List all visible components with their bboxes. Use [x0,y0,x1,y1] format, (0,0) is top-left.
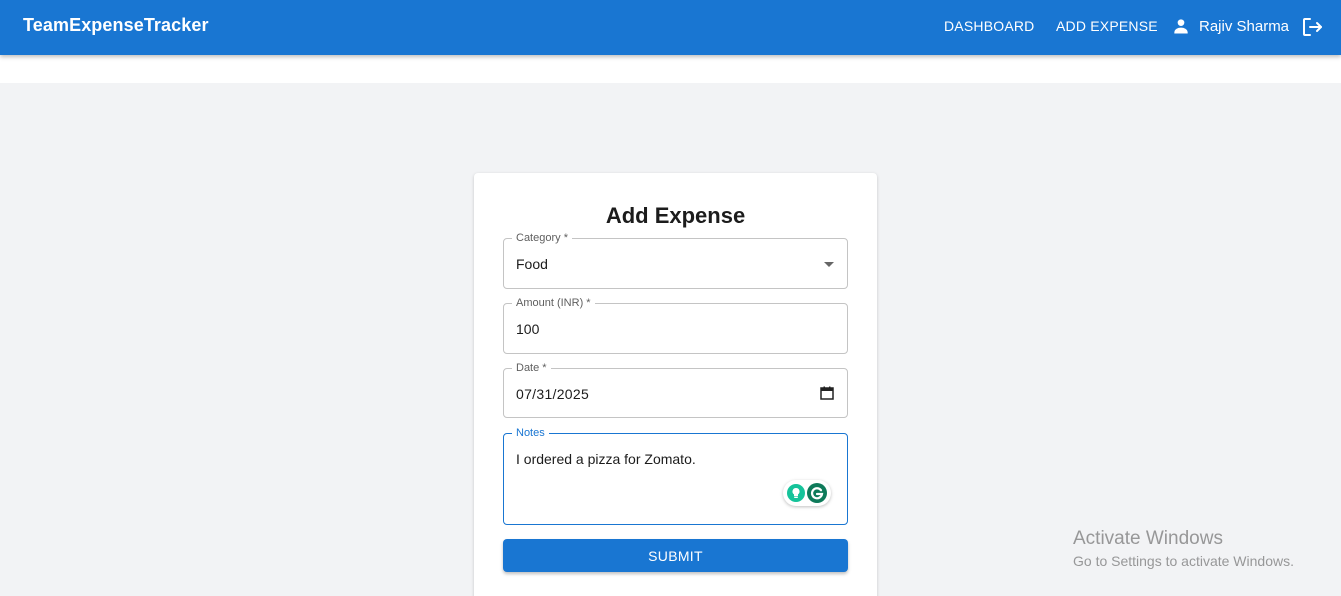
amount-value: 100 [516,321,540,337]
activate-windows-watermark: Activate Windows Go to Settings to activ… [1073,528,1294,569]
chevron-down-icon[interactable] [824,262,834,267]
add-expense-card: Add Expense Category * Food Amount (INR)… [474,173,877,596]
nav-dashboard[interactable]: DASHBOARD [944,18,1034,34]
app-bar: TeamExpenseTracker DASHBOARD ADD EXPENSE… [0,0,1341,55]
logout-icon[interactable] [1300,15,1324,39]
watermark-subtitle: Go to Settings to activate Windows. [1073,553,1294,569]
amount-label: Amount (INR) * [512,296,595,310]
toolbar-spacer [0,55,1341,83]
amount-field[interactable]: Amount (INR) * 100 [503,296,848,354]
watermark-title: Activate Windows [1073,528,1223,549]
notes-field[interactable]: Notes I ordered a pizza for Zomato. [503,426,848,525]
date-field[interactable]: Date * 07/31/2025 [503,361,848,418]
date-label: Date * [512,361,551,375]
notes-text: I ordered a pizza for Zomato. [516,451,696,467]
date-value: 07/31/2025 [516,386,590,402]
notes-label: Notes [512,426,549,440]
user-name: Rajiv Sharma [1199,17,1290,35]
grammarly-icon[interactable] [807,483,827,503]
notes-value: I ordered a pizza for Zomato. [516,451,696,467]
form-title: Add Expense [605,203,746,228]
user-menu[interactable]: Rajiv Sharma [1171,16,1289,36]
category-select[interactable]: Category * Food [503,231,848,289]
category-label: Category * [512,231,572,245]
category-value: Food [516,256,548,272]
calendar-icon[interactable] [820,386,834,400]
lightbulb-icon[interactable] [787,484,805,502]
person-icon [1174,19,1188,34]
brand-title[interactable]: TeamExpenseTracker [23,15,209,36]
nav-add-expense[interactable]: ADD EXPENSE [1056,18,1158,34]
grammarly-widget[interactable] [783,480,831,506]
submit-button[interactable]: SUBMIT [503,539,848,572]
